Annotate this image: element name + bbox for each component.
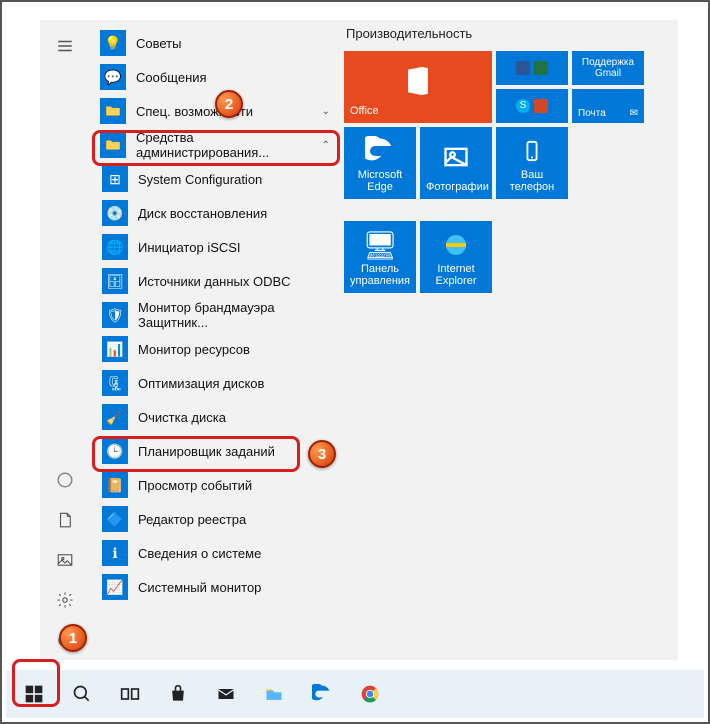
app-label: Оптимизация дисков — [138, 376, 264, 391]
app-label: Монитор ресурсов — [138, 342, 250, 357]
app-label: Планировщик заданий — [138, 444, 275, 459]
app-iscsi[interactable]: 🌐 Инициатор iSCSI — [90, 230, 340, 264]
tile-mail[interactable]: Почта✉ — [572, 89, 644, 123]
skype-ppt-icon: S — [516, 99, 548, 113]
app-label: Монитор брандмауэра Защитник... — [138, 300, 340, 330]
tile-grid: Office Поддержка Gmail S Почта✉ Microsof… — [344, 51, 644, 199]
taskbar-store[interactable] — [156, 674, 200, 714]
cubes-icon: 🔷 — [102, 506, 128, 532]
app-label: Редактор реестра — [138, 512, 246, 527]
tile-control-panel[interactable]: 🖥Панель управления — [344, 221, 416, 293]
info-icon: ℹ — [102, 540, 128, 566]
task-view-button[interactable] — [108, 674, 152, 714]
tile-internet-explorer[interactable]: Internet Explorer — [420, 221, 492, 293]
app-system-info[interactable]: ℹ Сведения о системе — [90, 536, 340, 570]
app-label: Средства администрирования... — [136, 130, 322, 160]
book-icon: 📔 — [102, 472, 128, 498]
badge-3: 3 — [308, 440, 336, 468]
app-task-scheduler[interactable]: 🕒 Планировщик заданий — [90, 434, 340, 468]
app-label: Советы — [136, 36, 181, 51]
shield-icon: 🛡 — [102, 302, 128, 328]
clock-icon: 🕒 — [102, 438, 128, 464]
tile-apps-row1[interactable] — [496, 51, 568, 85]
database-icon: 🗄 — [102, 268, 128, 294]
hamburger-icon[interactable] — [45, 26, 85, 66]
app-odbc[interactable]: 🗄 Источники данных ODBC — [90, 264, 340, 298]
taskbar-mail[interactable] — [204, 674, 248, 714]
app-registry-editor[interactable]: 🔷 Редактор реестра — [90, 502, 340, 536]
app-disk-cleanup[interactable]: 🧹 Очистка диска — [90, 400, 340, 434]
mail-icon: ✉ — [630, 108, 638, 119]
app-label: Инициатор iSCSI — [138, 240, 241, 255]
tiles-group-header[interactable]: Производительность — [344, 26, 678, 41]
settings-icon[interactable] — [45, 580, 85, 620]
taskbar-chrome[interactable] — [348, 674, 392, 714]
pictures-icon[interactable] — [45, 540, 85, 580]
app-disk-optimization[interactable]: 🗜 Оптимизация дисков — [90, 366, 340, 400]
app-messages[interactable]: 💬 Сообщения — [90, 60, 340, 94]
app-firewall-monitor[interactable]: 🛡 Монитор брандмауэра Защитник... — [90, 298, 340, 332]
app-tips[interactable]: 💡 Советы — [90, 26, 340, 60]
app-admin-tools[interactable]: Средства администрирования...⌃ — [90, 128, 340, 162]
app-label: Системный монитор — [138, 580, 261, 595]
taskbar — [6, 670, 704, 718]
badge-1: 1 — [59, 624, 87, 652]
globe-icon: 🌐 — [102, 234, 128, 260]
start-menu: 💡Советы 💬Сообщения Спец. возможности⌄ Ср… — [40, 20, 678, 660]
apps-list: 💡Советы 💬Сообщения Спец. возможности⌄ Ср… — [90, 20, 340, 660]
chart-icon: 📈 — [102, 574, 128, 600]
tile-your-phone[interactable]: Ваш телефон — [496, 127, 568, 199]
start-rail — [40, 20, 90, 660]
app-system-monitor[interactable]: 📈 Системный монитор — [90, 570, 340, 604]
app-label: Сведения о системе — [138, 546, 261, 561]
chevron-up-icon: ⌃ — [322, 140, 330, 151]
folder-icon — [100, 98, 126, 124]
phone-icon — [521, 133, 543, 169]
tiles-area: Производительность Office Поддержка Gmai… — [340, 20, 678, 660]
app-label: Просмотр событий — [138, 478, 252, 493]
office-icon — [401, 57, 435, 105]
config-icon: ⊞ — [102, 166, 128, 192]
app-label: Очистка диска — [138, 410, 226, 425]
taskbar-explorer[interactable] — [252, 674, 296, 714]
app-recovery-disk[interactable]: 💿 Диск восстановления — [90, 196, 340, 230]
taskbar-edge[interactable] — [300, 674, 344, 714]
chevron-down-icon: ⌄ — [322, 106, 330, 117]
tile-photos[interactable]: Фотографии — [420, 127, 492, 199]
disk-icon: 💿 — [102, 200, 128, 226]
app-event-viewer[interactable]: 📔 Просмотр событий — [90, 468, 340, 502]
tile-apps-row2[interactable]: S — [496, 89, 568, 123]
tile-gmail-support[interactable]: Поддержка Gmail — [572, 51, 644, 85]
bulb-icon: 💡 — [100, 30, 126, 56]
folder-icon — [100, 132, 126, 158]
ie-icon — [441, 227, 471, 263]
tile-edge[interactable]: Microsoft Edge — [344, 127, 416, 199]
tile-grid-2: 🖥Панель управления Internet Explorer — [344, 221, 644, 293]
word-excel-icon — [516, 61, 548, 75]
app-label: Диск восстановления — [138, 206, 267, 221]
badge-2: 2 — [215, 90, 243, 118]
app-resource-monitor[interactable]: 📊 Монитор ресурсов — [90, 332, 340, 366]
app-label: Источники данных ODBC — [138, 274, 291, 289]
chat-icon: 💬 — [100, 64, 126, 90]
app-label: Сообщения — [136, 70, 207, 85]
edge-icon — [365, 133, 395, 169]
start-button[interactable] — [12, 674, 56, 714]
app-system-configuration[interactable]: ⊞ System Configuration — [90, 162, 340, 196]
documents-icon[interactable] — [45, 500, 85, 540]
drive-icon: 🗜 — [102, 370, 128, 396]
gauge-icon: 📊 — [102, 336, 128, 362]
photos-icon — [442, 133, 470, 181]
user-icon[interactable] — [45, 460, 85, 500]
cleanup-icon: 🧹 — [102, 404, 128, 430]
app-label: System Configuration — [138, 172, 262, 187]
cpanel-icon: 🖥 — [362, 227, 398, 263]
tile-office[interactable]: Office — [344, 51, 492, 123]
search-button[interactable] — [60, 674, 104, 714]
